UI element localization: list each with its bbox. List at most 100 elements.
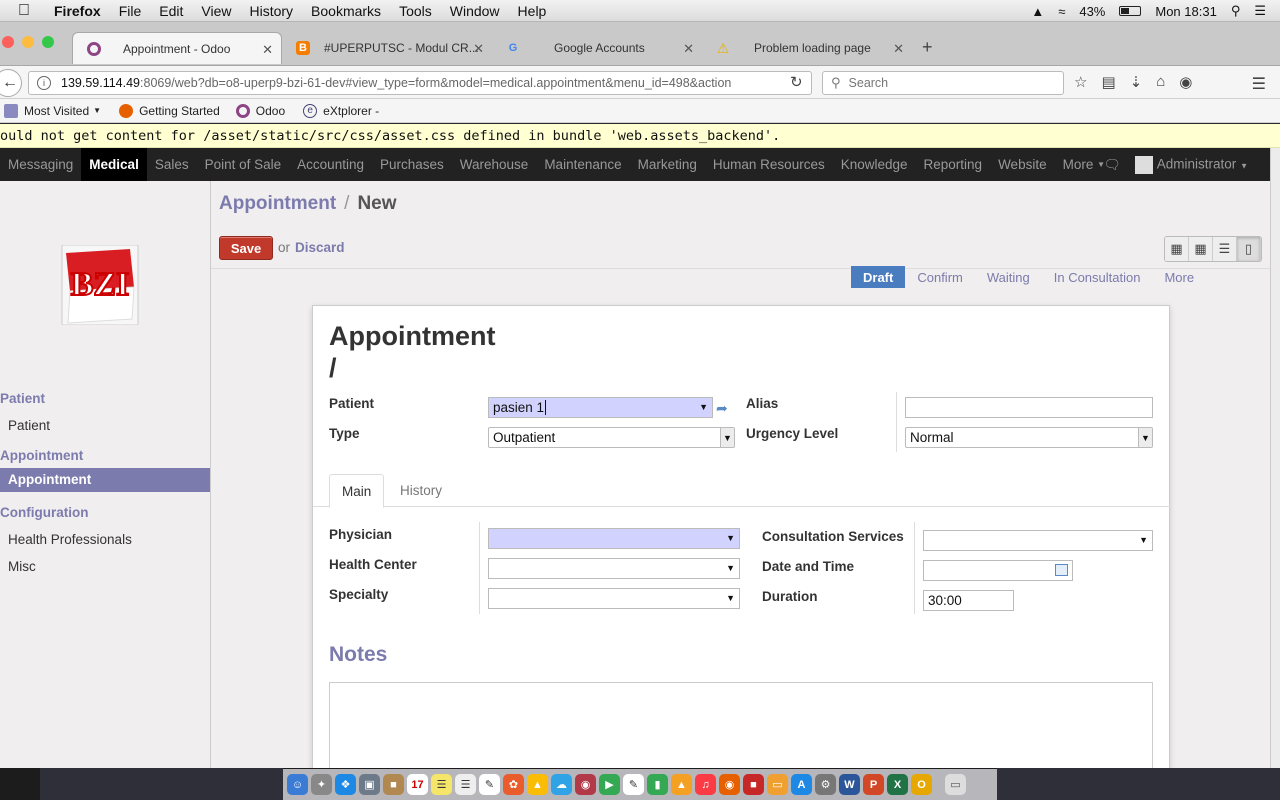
ibooks-icon[interactable]: ▭ xyxy=(767,774,788,795)
google-drive-icon[interactable]: ▲ xyxy=(527,774,548,795)
url-bar[interactable]: i 139.59.114.49:8069/web?db=o8-uperp9-bz… xyxy=(28,71,812,95)
download-icon[interactable]: ⇣ xyxy=(1130,73,1143,91)
menu-warehouse[interactable]: Warehouse xyxy=(452,148,537,181)
home-icon[interactable]: ⌂ xyxy=(1156,73,1165,91)
wifi-icon[interactable]: ≈ xyxy=(1058,4,1065,19)
excel-icon[interactable]: X xyxy=(887,774,908,795)
physician-field[interactable]: ▼ xyxy=(488,528,740,549)
menu-bookmarks[interactable]: Bookmarks xyxy=(311,3,381,19)
tab-problem-loading[interactable]: ⚠ Problem loading page ✕ xyxy=(702,32,912,64)
patient-field[interactable]: pasien 1 ▼ xyxy=(488,397,713,418)
health-center-field[interactable]: ▼ xyxy=(488,558,740,579)
apple-icon[interactable]:  xyxy=(18,2,40,20)
clock[interactable]: Mon 18:31 xyxy=(1155,4,1216,19)
tab-main[interactable]: Main xyxy=(329,474,385,508)
breadcrumb-parent[interactable]: Appointment xyxy=(219,193,336,214)
close-window-icon[interactable] xyxy=(2,36,14,48)
duration-field[interactable]: 30:00 xyxy=(923,590,1014,611)
script-icon[interactable]: ✎ xyxy=(623,774,644,795)
discard-button[interactable]: Discard xyxy=(295,240,345,255)
menu-edit[interactable]: Edit xyxy=(159,3,183,19)
menu-knowledge[interactable]: Knowledge xyxy=(833,148,916,181)
bookmark-extplorer[interactable]: e eXtplorer - xyxy=(303,103,379,118)
calendar-icon[interactable] xyxy=(1055,564,1068,576)
info-icon[interactable]: i xyxy=(37,76,51,90)
word-icon[interactable]: W xyxy=(839,774,860,795)
reminders-icon[interactable]: ☰ xyxy=(455,774,476,795)
trash-icon[interactable]: ▭ xyxy=(945,774,966,795)
sidebar-item-health-professionals[interactable]: Health Professionals xyxy=(8,532,132,547)
outlook-icon[interactable]: O xyxy=(911,774,932,795)
minimize-window-icon[interactable] xyxy=(22,36,34,48)
tab-appointment-odoo[interactable]: Appointment - Odoo ✕ xyxy=(72,32,282,64)
menu-marketing[interactable]: Marketing xyxy=(630,148,705,181)
bookmark-odoo[interactable]: Odoo xyxy=(235,103,285,118)
notes-app-icon[interactable]: ☰ xyxy=(431,774,452,795)
spotlight-icon[interactable]: ⚲ xyxy=(1231,3,1241,19)
bookmark-getting-started[interactable]: Getting Started xyxy=(119,103,220,118)
launchpad-icon[interactable]: ✦ xyxy=(311,774,332,795)
chat-icon[interactable]: 🗨 xyxy=(1104,157,1121,173)
photo-booth-icon[interactable]: ◉ xyxy=(575,774,596,795)
specialty-field[interactable]: ▼ xyxy=(488,588,740,609)
menu-help[interactable]: Help xyxy=(518,3,547,19)
menu-human-resources[interactable]: Human Resources xyxy=(705,148,833,181)
powerpoint-icon[interactable]: P xyxy=(863,774,884,795)
photos-icon[interactable]: ✿ xyxy=(503,774,524,795)
preview-icon[interactable]: ▣ xyxy=(359,774,380,795)
app-menu[interactable]: Firefox xyxy=(54,3,101,19)
close-tab-icon[interactable]: ✕ xyxy=(683,41,694,57)
menu-medical[interactable]: Medical xyxy=(81,148,147,181)
calendar-app-icon[interactable]: 17 xyxy=(407,774,428,795)
close-tab-icon[interactable]: ✕ xyxy=(262,42,273,58)
menu-window[interactable]: Window xyxy=(450,3,500,19)
menu-maintenance[interactable]: Maintenance xyxy=(536,148,629,181)
tab-uperputsc[interactable]: B #UPERPUTSC - Modul CR... ✕ xyxy=(282,32,492,64)
menu-accounting[interactable]: Accounting xyxy=(289,148,372,181)
facetime-icon[interactable]: ▶ xyxy=(599,774,620,795)
page-scrollbar[interactable] xyxy=(1270,148,1280,768)
cloud-icon[interactable]: ☁ xyxy=(551,774,572,795)
bookmark-star-icon[interactable]: ☆ xyxy=(1074,73,1087,91)
keynote-icon[interactable]: ▲ xyxy=(671,774,692,795)
sidebar-item-patient[interactable]: Patient xyxy=(8,418,50,433)
sidebar-item-appointment[interactable]: Appointment xyxy=(0,468,210,492)
menu-sales[interactable]: Sales xyxy=(147,148,197,181)
status-draft[interactable]: Draft xyxy=(851,266,906,288)
menu-file[interactable]: File xyxy=(119,3,142,19)
new-tab-icon[interactable]: + xyxy=(922,37,933,58)
user-menu[interactable]: Administrator ▼ xyxy=(1134,155,1248,174)
bookmark-most-visited[interactable]: Most Visited ▼ xyxy=(4,103,101,118)
type-select[interactable]: Outpatient ▼ xyxy=(488,427,735,448)
calendar-view-icon[interactable]: ▦ xyxy=(1189,237,1213,261)
sidebar-item-misc[interactable]: Misc xyxy=(8,559,36,574)
contacts-icon[interactable]: ■ xyxy=(383,774,404,795)
urgency-select[interactable]: Normal ▼ xyxy=(905,427,1153,448)
menu-reporting[interactable]: Reporting xyxy=(916,148,991,181)
tab-google-accounts[interactable]: G Google Accounts ✕ xyxy=(492,32,702,64)
notes-textarea[interactable] xyxy=(329,682,1153,782)
hamburger-menu-icon[interactable]: ☰ xyxy=(1252,74,1266,94)
system-preferences-icon[interactable]: ⚙ xyxy=(815,774,836,795)
date-time-field[interactable] xyxy=(923,560,1073,581)
battery-icon[interactable] xyxy=(1119,6,1142,16)
finder-icon[interactable]: ☺ xyxy=(287,774,308,795)
app-store-icon[interactable]: A xyxy=(791,774,812,795)
status-in-consultation[interactable]: In Consultation xyxy=(1042,266,1153,288)
menu-history[interactable]: History xyxy=(249,3,293,19)
menu-website[interactable]: Website xyxy=(990,148,1055,181)
search-input[interactable]: ⚲ Search xyxy=(822,71,1064,95)
menu-purchases[interactable]: Purchases xyxy=(372,148,452,181)
app-store-red-icon[interactable]: ■ xyxy=(743,774,764,795)
reload-icon[interactable]: ↻ xyxy=(790,73,803,91)
itunes-icon[interactable]: ♫ xyxy=(695,774,716,795)
close-tab-icon[interactable]: ✕ xyxy=(893,41,904,57)
pocket-icon[interactable]: ◉ xyxy=(1179,73,1192,91)
consultation-services-field[interactable]: ▼ xyxy=(923,530,1153,551)
reading-list-icon[interactable]: ▤ xyxy=(1101,73,1115,91)
notification-center-icon[interactable]: ☰ xyxy=(1254,3,1266,19)
menu-tools[interactable]: Tools xyxy=(399,3,432,19)
close-tab-icon[interactable]: ✕ xyxy=(473,41,484,57)
back-icon[interactable]: ← xyxy=(0,69,22,97)
textedit-icon[interactable]: ✎ xyxy=(479,774,500,795)
